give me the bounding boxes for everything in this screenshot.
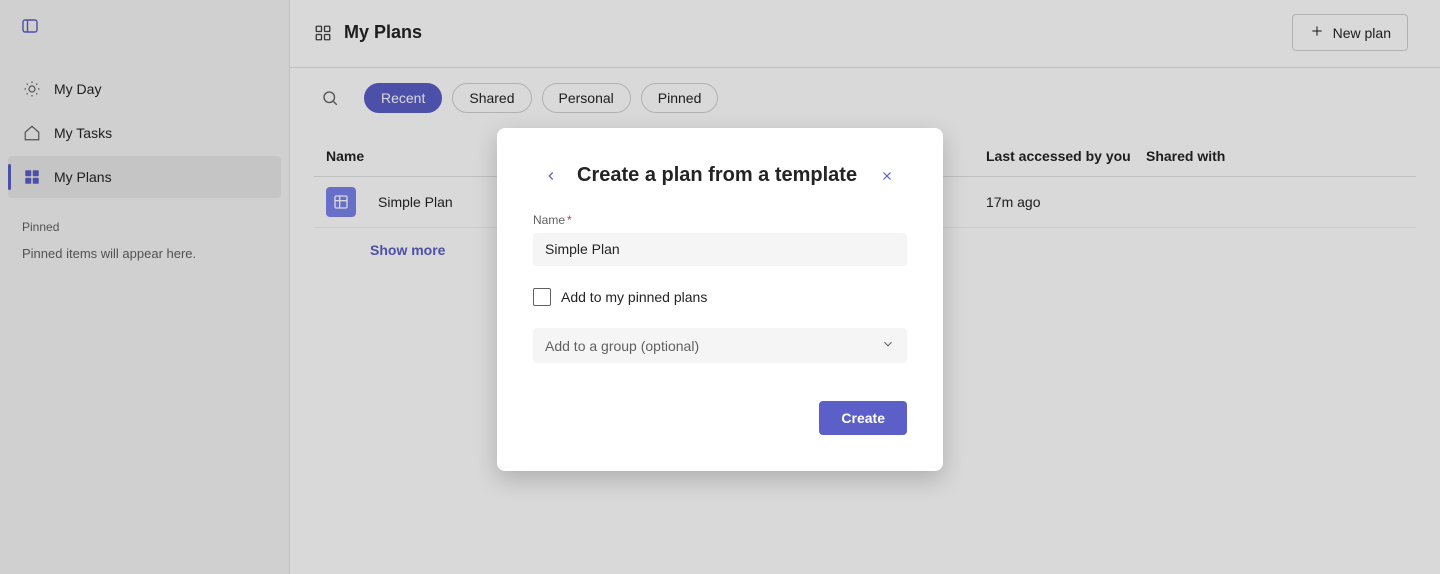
pin-checkbox-label: Add to my pinned plans	[561, 289, 707, 305]
plan-name-input[interactable]	[533, 233, 907, 266]
group-select-wrap: Add to a group (optional)	[533, 328, 907, 363]
pin-checkbox[interactable]	[533, 288, 551, 306]
create-plan-modal: Create a plan from a template Name* Add …	[497, 128, 943, 471]
name-field-label: Name*	[533, 213, 907, 227]
group-select[interactable]: Add to a group (optional)	[533, 328, 907, 363]
chevron-down-icon	[881, 337, 895, 354]
pin-checkbox-row: Add to my pinned plans	[533, 288, 907, 306]
close-button[interactable]	[877, 166, 897, 186]
group-select-placeholder: Add to a group (optional)	[545, 338, 699, 354]
modal-footer: Create	[533, 401, 907, 435]
create-button[interactable]: Create	[819, 401, 907, 435]
back-button[interactable]	[541, 166, 561, 186]
required-asterisk: *	[567, 213, 572, 227]
modal-title: Create a plan from a template	[577, 164, 857, 187]
modal-header: Create a plan from a template	[541, 164, 907, 187]
